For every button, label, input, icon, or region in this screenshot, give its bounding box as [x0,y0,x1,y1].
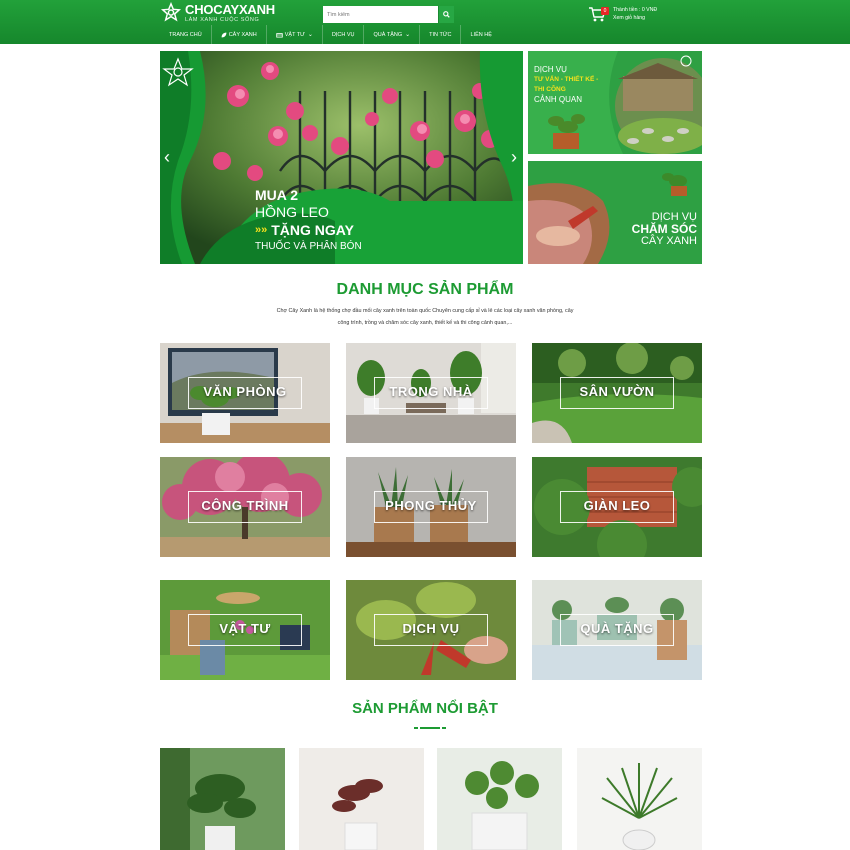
intro-line-1: Chợ Cây Xanh là hệ thống chợ đầu mối cây… [276,308,574,314]
box-icon [276,32,283,38]
cart-total: Thành tiền : 0 VNĐ [613,7,658,13]
chevron-down-icon: ⌄ [307,32,313,38]
title-divider [414,727,446,729]
landscape-line-2: TƯ VẤN - THIẾT KẾ - [534,76,599,83]
category-label: PHONG THỦY [385,498,477,513]
intro-line-2: công trình, trồng và chăm sóc cây xanh, … [337,320,513,326]
leaf-icon [221,32,227,37]
category-label: VĂN PHÒNG [203,384,287,399]
landscape-line-3: THI CÔNG [534,86,566,93]
product-card[interactable] [160,748,285,850]
slide-line-3: TẶNG NGAY [271,222,354,238]
nav-label: Liên hệ [470,31,492,38]
category-trong-nha[interactable]: TRONG NHÀ [346,343,516,443]
product-card[interactable] [437,748,562,850]
product-image [160,748,285,850]
hero-slide-caption: MUA 2 HỒNG LEO »» TẶNG NGAY THUỐC VÀ PHÂ… [255,187,362,255]
nav-item-qua-tang[interactable]: Quà tặng ⌄ [364,25,421,44]
category-label: VẬT TƯ [219,621,271,636]
category-label: DỊCH VỤ [402,621,460,636]
slide-line-2: HỒNG LEO [255,204,329,220]
nav-item-lien-he[interactable]: Liên hệ [461,25,500,44]
care-line-2: CHĂM SÓC [631,222,697,236]
care-banner-caption: DỊCH VỤ CHĂM SÓC CÂY XANH [632,211,697,247]
category-dich-vu[interactable]: DỊCH VỤ [346,580,516,680]
category-van-phong[interactable]: VĂN PHÒNG [160,343,330,443]
site-header: CHOCAYXANH LÀM XANH CUỘC SỐNG 0 Thành ti… [0,0,850,44]
landscape-line-1: DỊCH VỤ [534,65,567,74]
logo-star-icon [160,2,182,22]
logo[interactable]: CHOCAYXANH LÀM XANH CUỘC SỐNG [160,1,275,25]
category-gian-leo[interactable]: GIÀN LEO [532,457,702,557]
category-label: CÔNG TRÌNH [201,498,289,513]
slider-prev-button[interactable]: ‹ [164,147,170,167]
slide-line-1: MUA 2 [255,187,299,203]
nav-label: Vật tư [284,31,305,38]
landscape-line-4: CẢNH QUAN [534,95,583,104]
nav-item-dich-vu[interactable]: Dịch vụ [323,25,365,44]
nav-item-home[interactable]: Trang chủ [160,25,212,44]
category-vat-tu[interactable]: VẬT TƯ [160,580,330,680]
side-banner-landscape[interactable]: DỊCH VỤ TƯ VẤN - THIẾT KẾ - THI CÔNG CẢN… [528,51,702,154]
logo-slogan: LÀM XANH CUỘC SỐNG [185,16,260,23]
categories-title: DANH MỤC SẢN PHẨM [336,281,514,298]
search-button[interactable] [438,6,454,23]
category-qua-tang[interactable]: QUÀ TẶNG [532,580,702,680]
main-nav: Trang chủ Cây xanh Vật tư ⌄ Dịch vụ Quà … [0,25,850,44]
hero-slider[interactable]: ‹ › MUA 2 HỒNG LEO »» TẶNG NGAY THUỐC VÀ… [160,51,523,264]
slide-line-4: THUỐC VÀ PHÂN BÓN [255,241,362,252]
nav-label: Quà tặng [373,31,403,38]
nav-item-cay-xanh[interactable]: Cây xanh [212,25,267,44]
category-label: GIÀN LEO [583,498,651,513]
cart-count-badge: 0 [601,7,609,15]
category-san-vuon[interactable]: SÂN VƯỜN [532,343,702,443]
view-cart-link[interactable]: Xem giỏ hàng [613,14,657,22]
nav-item-vat-tu[interactable]: Vật tư ⌄ [267,25,323,44]
product-image [437,748,562,850]
product-card[interactable] [577,748,702,850]
product-image [299,748,424,850]
chevron-down-icon: ⌄ [405,32,411,38]
category-label: SÂN VƯỜN [579,384,655,399]
cart-widget[interactable]: 0 Thành tiền : 0 VNĐ Xem giỏ hàng [588,6,657,24]
logo-name: CHOCAYXANH [185,1,275,17]
category-label: QUÀ TẶNG [580,621,654,636]
categories-intro: Chợ Cây Xanh là hệ thống chợ đầu mối cây… [220,305,630,329]
search-box [323,6,454,23]
category-label: TRONG NHÀ [389,384,473,399]
search-input[interactable] [323,6,438,23]
slider-next-button[interactable]: › [511,147,517,167]
nav-label: Tin tức [429,31,452,38]
double-chevron-icon: »» [255,224,268,236]
nav-label: Cây xanh [228,31,257,38]
product-image [577,748,702,850]
cart-icon[interactable]: 0 [588,6,609,22]
care-line-3: CÂY XANH [640,235,697,247]
search-icon [443,11,450,18]
nav-label: Dịch vụ [331,31,355,38]
landscape-banner-caption: DỊCH VỤ TƯ VẤN - THIẾT KẾ - THI CÔNG CẢN… [534,65,598,105]
nav-item-tin-tuc[interactable]: Tin tức [420,25,462,44]
product-card[interactable] [299,748,424,850]
category-phong-thuy[interactable]: PHONG THỦY [346,457,516,557]
side-banner-care[interactable]: DỊCH VỤ CHĂM SÓC CÂY XANH [528,161,702,264]
featured-title: SẢN PHẨM NỔI BẬT [352,700,498,717]
category-cong-trinh[interactable]: CÔNG TRÌNH [160,457,330,557]
nav-label: Trang chủ [169,31,202,38]
